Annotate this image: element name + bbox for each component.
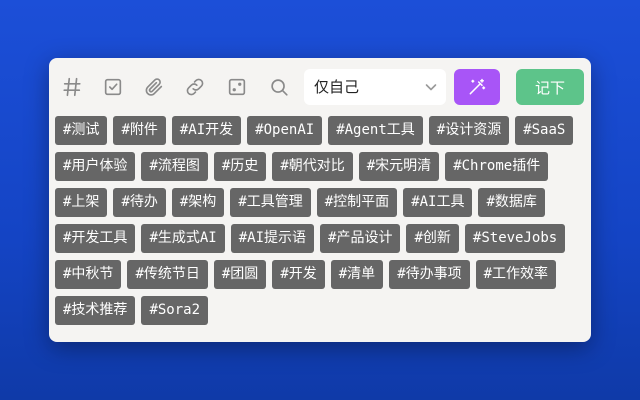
- tag-chip[interactable]: #开发工具: [55, 224, 136, 253]
- tag-chip[interactable]: #传统节日: [127, 260, 208, 289]
- tag-chip[interactable]: #待办事项: [389, 260, 470, 289]
- tag-chip[interactable]: #OpenAI: [247, 116, 323, 145]
- tag-chip[interactable]: #设计资源: [428, 116, 510, 145]
- tag-chip[interactable]: #中秋节: [55, 260, 122, 289]
- chevron-down-icon: [425, 84, 437, 91]
- checkbox-icon[interactable]: [98, 72, 128, 102]
- tag-chip[interactable]: #宋元明清: [358, 152, 440, 181]
- visibility-select-value: 仅自己: [314, 78, 360, 96]
- tag-chip[interactable]: #生成式AI: [141, 224, 225, 253]
- paperclip-icon[interactable]: [139, 72, 169, 102]
- tag-chip[interactable]: #产品设计: [320, 224, 401, 253]
- tag-chip[interactable]: #架构: [171, 188, 225, 217]
- magic-wand-icon: [469, 78, 486, 95]
- tag-chip[interactable]: #AI提示语: [230, 224, 315, 253]
- visibility-select[interactable]: 仅自己: [304, 69, 446, 105]
- tag-chip[interactable]: #AI工具: [403, 188, 473, 217]
- tag-chip[interactable]: #Chrome插件: [445, 152, 549, 181]
- tag-chip[interactable]: #Sora2: [141, 296, 209, 325]
- toolbar: 仅自己 记下: [49, 68, 591, 106]
- magic-wand-button[interactable]: [454, 69, 500, 105]
- dice-icon[interactable]: [222, 72, 252, 102]
- tag-chip[interactable]: #测试: [55, 116, 108, 145]
- memo-panel: 仅自己 记下 #测试 #附件 #AI开发 #OpenAI #Agent工具 #设计资源 #S…: [49, 58, 591, 342]
- hash-icon[interactable]: [57, 72, 87, 102]
- tag-chip[interactable]: #Agent工具: [328, 116, 423, 145]
- tag-chip[interactable]: #上架: [55, 188, 108, 217]
- tag-chip[interactable]: #附件: [113, 116, 166, 145]
- link-icon[interactable]: [180, 72, 210, 102]
- tag-chip[interactable]: #工具管理: [230, 188, 311, 217]
- tag-chip[interactable]: #清单: [330, 260, 384, 289]
- tag-chip[interactable]: #开发: [272, 260, 325, 289]
- tag-chip[interactable]: #用户体验: [55, 152, 136, 181]
- tag-chip[interactable]: #SteveJobs: [464, 224, 566, 253]
- tag-chip[interactable]: #数据库: [478, 188, 545, 217]
- submit-button[interactable]: 记下: [516, 69, 584, 105]
- tag-chip[interactable]: #朝代对比: [272, 152, 353, 181]
- tag-chip[interactable]: #工作效率: [475, 260, 557, 289]
- tag-chip[interactable]: #历史: [213, 152, 267, 181]
- tag-chip[interactable]: #待办: [113, 188, 166, 217]
- tag-chip[interactable]: #创新: [406, 224, 459, 253]
- tag-chip[interactable]: #技术推荐: [55, 296, 136, 325]
- search-icon[interactable]: [264, 72, 294, 102]
- tag-chip[interactable]: #控制平面: [316, 188, 398, 217]
- tag-chip[interactable]: #SaaS: [515, 116, 574, 145]
- tag-chip[interactable]: #流程图: [141, 152, 208, 181]
- tag-chip[interactable]: #AI开发: [171, 116, 242, 145]
- tag-chip[interactable]: #团圆: [213, 260, 267, 289]
- tag-list: #测试 #附件 #AI开发 #OpenAI #Agent工具 #设计资源 #SaaS #用户体…: [55, 116, 585, 325]
